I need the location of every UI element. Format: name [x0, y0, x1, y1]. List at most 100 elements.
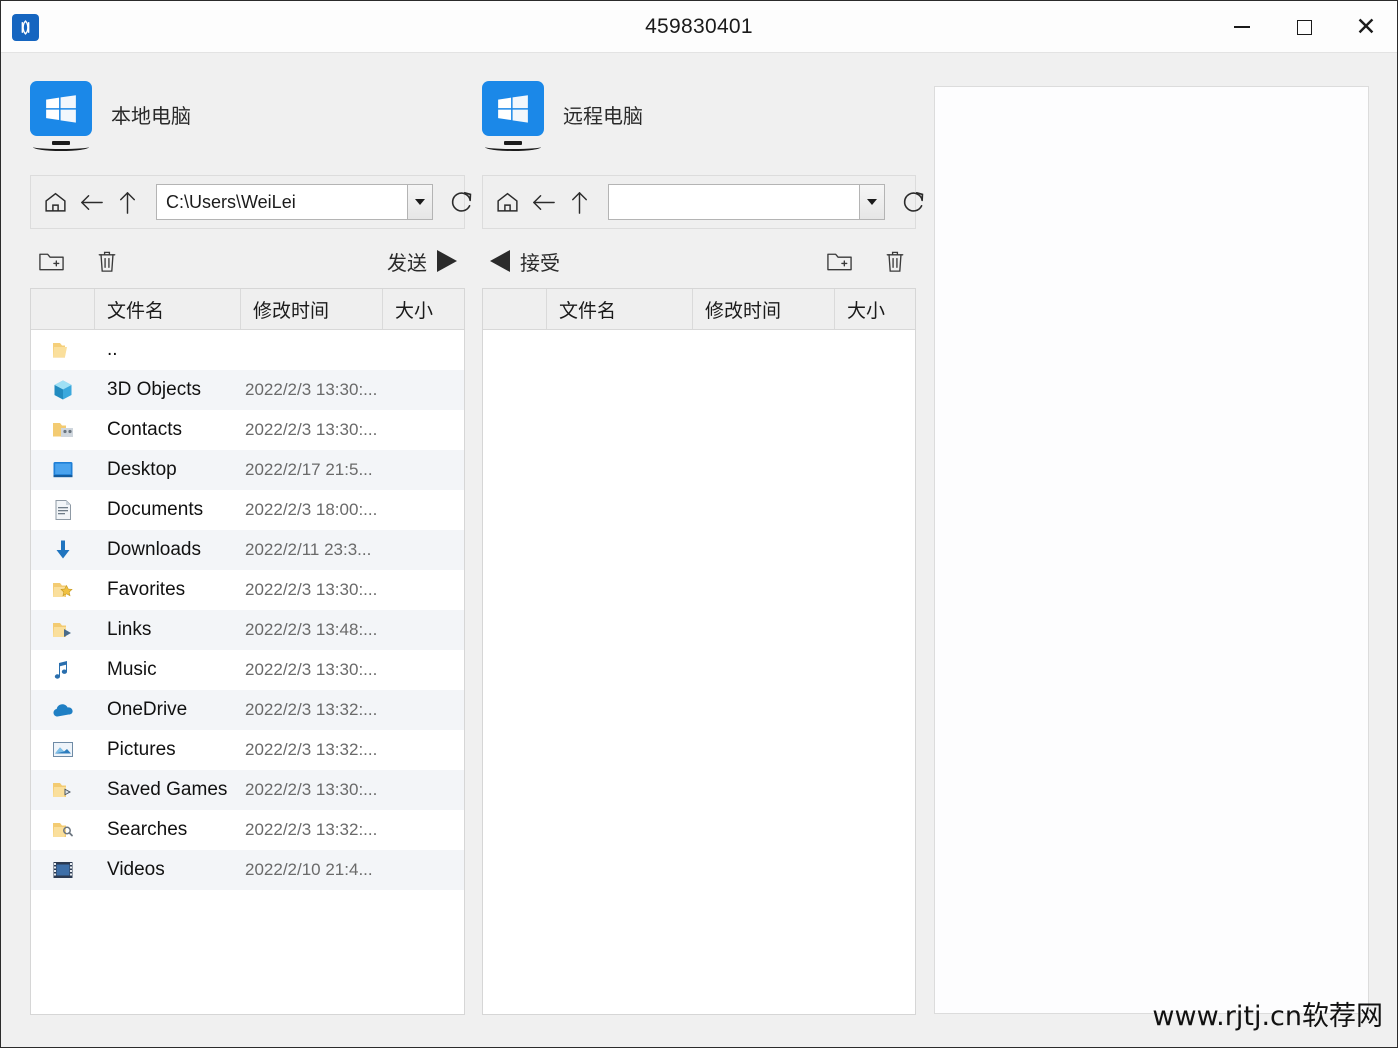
saved-games-icon [31, 770, 95, 810]
remote-action-toolbar: 接受 [482, 237, 916, 285]
file-name-cell: Searches [107, 819, 188, 840]
file-modified-cell: 2022/2/3 13:32:... [245, 820, 378, 839]
documents-icon [31, 490, 95, 530]
window-controls: ✕ [1211, 1, 1397, 53]
local-path-dropdown-button[interactable] [407, 184, 433, 220]
local-col-time[interactable]: 修改时间 [241, 289, 383, 329]
up-arrow-icon[interactable] [567, 182, 592, 222]
local-table-header: 文件名 修改时间 大小 [31, 289, 464, 330]
file-name-cell: Documents [107, 499, 204, 520]
downloads-icon [31, 530, 95, 570]
trash-icon[interactable] [86, 241, 128, 281]
app-window: 459830401 ✕ 本地电脑 C:\Users\WeiLei 发送 文件名 … [0, 0, 1398, 1048]
table-row[interactable]: Music 2022/2/3 13:30:... [31, 650, 464, 690]
file-modified-cell: 2022/2/3 13:30:... [245, 420, 378, 439]
table-row[interactable]: Links 2022/2/3 13:48:... [31, 610, 464, 650]
local-action-toolbar: 发送 [30, 237, 465, 285]
home-icon[interactable] [495, 182, 520, 222]
remote-table-body[interactable] [483, 330, 915, 1014]
remote-col-size[interactable]: 大小 [835, 289, 915, 329]
searches-icon [31, 810, 95, 850]
transfer-log-panel[interactable] [934, 86, 1369, 1014]
file-name-cell: Favorites [107, 579, 186, 600]
refresh-icon[interactable] [449, 182, 475, 222]
desktop-icon [31, 450, 95, 490]
table-row[interactable]: Desktop 2022/2/17 21:5... [31, 450, 464, 490]
new-folder-icon[interactable] [30, 241, 72, 281]
file-name-cell: .. [107, 339, 118, 360]
table-row[interactable]: Pictures 2022/2/3 13:32:... [31, 730, 464, 770]
remote-panel-label: 远程电脑 [563, 103, 643, 128]
videos-icon [31, 850, 95, 890]
receive-button-label: 接受 [520, 250, 560, 275]
links-icon [31, 610, 95, 650]
arrow-right-icon [437, 250, 457, 272]
table-row[interactable]: Searches 2022/2/3 13:32:... [31, 810, 464, 850]
table-row[interactable]: OneDrive 2022/2/3 13:32:... [31, 690, 464, 730]
file-name-cell: Music [107, 659, 157, 680]
file-size-cell [416, 570, 464, 610]
file-modified-cell: 2022/2/17 21:5... [245, 460, 373, 479]
favorites-icon [31, 570, 95, 610]
trash-icon[interactable] [874, 241, 916, 281]
table-row[interactable]: .. [31, 330, 464, 370]
back-arrow-icon[interactable] [78, 182, 105, 222]
local-path-input[interactable] [156, 184, 407, 220]
chevron-down-icon [867, 199, 877, 205]
remote-nav-toolbar [482, 175, 924, 229]
maximize-button[interactable] [1273, 1, 1335, 53]
remote-path-dropdown-button[interactable] [859, 184, 885, 220]
title-bar: 459830401 ✕ [1, 1, 1397, 53]
onedrive-icon [31, 690, 95, 730]
local-col-size[interactable]: 大小 [383, 289, 464, 329]
table-row[interactable]: Contacts 2022/2/3 13:30:... [31, 410, 464, 450]
local-path-field[interactable] [156, 184, 433, 220]
file-name-cell: Downloads [107, 539, 201, 560]
file-name-cell: 3D Objects [107, 379, 201, 400]
remote-col-icon[interactable] [483, 289, 547, 329]
close-button[interactable]: ✕ [1335, 1, 1397, 53]
table-row[interactable]: Favorites 2022/2/3 13:30:... [31, 570, 464, 610]
watermark: www.rjtj.cn软荐网 [1152, 1001, 1383, 1032]
table-row[interactable]: Saved Games 2022/2/3 13:30:... [31, 770, 464, 810]
back-arrow-icon[interactable] [530, 182, 557, 222]
remote-col-name[interactable]: 文件名 [547, 289, 693, 329]
file-size-cell [416, 730, 464, 770]
remote-table-header: 文件名 修改时间 大小 [483, 289, 915, 330]
table-row[interactable]: Downloads 2022/2/11 23:3... [31, 530, 464, 570]
up-arrow-icon[interactable] [115, 182, 140, 222]
local-file-table[interactable]: 文件名 修改时间 大小 .. 3D Objects 2022/2/3 13:30:.… [30, 288, 465, 1015]
table-row[interactable]: 3D Objects 2022/2/3 13:30:... [31, 370, 464, 410]
minimize-button[interactable] [1211, 1, 1273, 53]
close-icon: ✕ [1355, 12, 1377, 41]
3d-objects-icon [31, 370, 95, 410]
remote-col-time[interactable]: 修改时间 [693, 289, 835, 329]
file-size-cell [416, 850, 464, 890]
remote-path-field[interactable] [608, 184, 885, 220]
receive-button[interactable]: 接受 [482, 243, 568, 280]
send-button[interactable]: 发送 [379, 243, 465, 280]
local-col-icon[interactable] [31, 289, 95, 329]
file-size-cell [416, 450, 464, 490]
file-modified-cell: 2022/2/3 13:32:... [245, 740, 378, 759]
remote-file-table[interactable]: 文件名 修改时间 大小 [482, 288, 916, 1015]
home-icon[interactable] [43, 182, 68, 222]
refresh-icon[interactable] [901, 182, 927, 222]
windows-monitor-icon [482, 81, 544, 151]
file-name-cell: Videos [107, 859, 165, 880]
contacts-icon [31, 410, 95, 450]
remote-path-input[interactable] [608, 184, 859, 220]
local-col-name[interactable]: 文件名 [95, 289, 241, 329]
file-modified-cell: 2022/2/3 13:48:... [245, 620, 378, 639]
file-name-cell: Contacts [107, 419, 182, 440]
new-folder-icon[interactable] [818, 241, 860, 281]
file-size-cell [416, 650, 464, 690]
file-modified-cell: 2022/2/3 18:00:... [245, 500, 378, 519]
local-table-body[interactable]: .. 3D Objects 2022/2/3 13:30:... Contacts 20… [31, 330, 464, 1014]
file-size-cell [416, 370, 464, 410]
folder-up-icon [31, 330, 95, 370]
table-row[interactable]: Videos 2022/2/10 21:4... [31, 850, 464, 890]
file-modified-cell: 2022/2/10 21:4... [245, 860, 373, 879]
table-row[interactable]: Documents 2022/2/3 18:00:... [31, 490, 464, 530]
local-panel-label: 本地电脑 [111, 103, 191, 128]
